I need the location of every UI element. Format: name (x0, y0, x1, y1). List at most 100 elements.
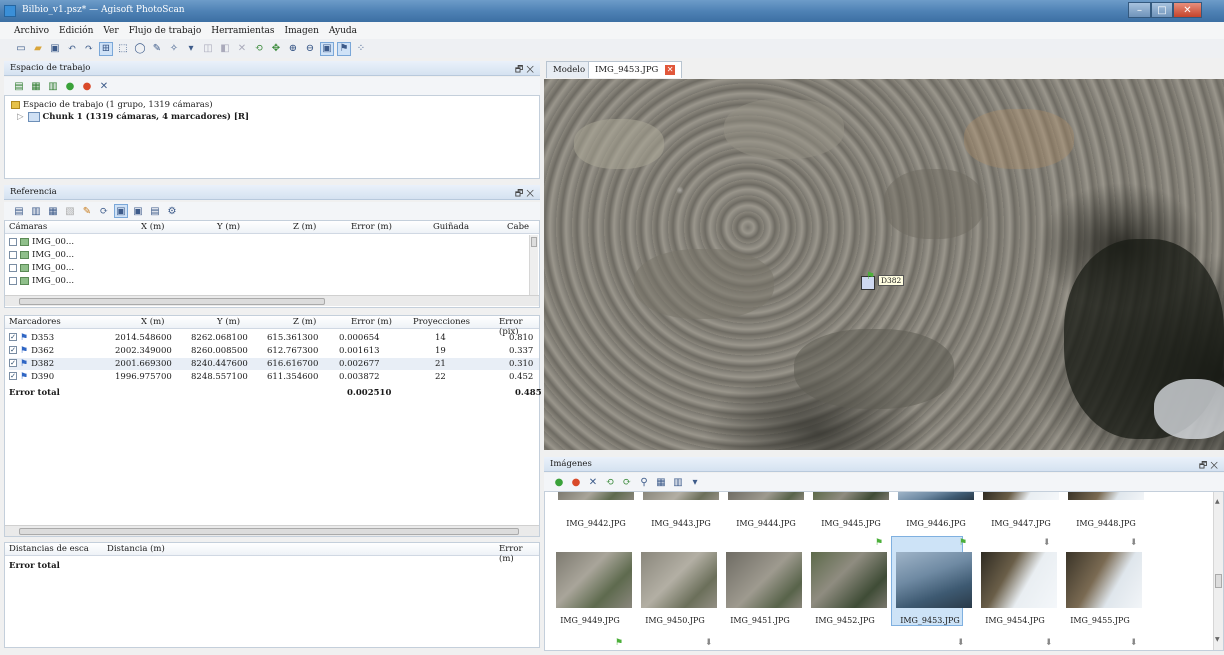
filter-icon[interactable]: ⚲ (637, 475, 651, 489)
tab-image[interactable]: IMG_9453.JPG ✕ (588, 61, 683, 78)
view-estimated-icon[interactable]: ▣ (131, 204, 145, 218)
image-filename[interactable]: IMG_9448.JPG (1063, 519, 1149, 528)
camera-checkbox[interactable] (9, 238, 17, 246)
redo-icon[interactable]: ↷ (82, 42, 96, 56)
col-yaw[interactable]: Guiñada (433, 222, 469, 232)
cameras-vscroll-thumb[interactable] (531, 237, 537, 247)
undo-icon[interactable]: ↶ (65, 42, 79, 56)
add-photos-icon[interactable]: ▦ (29, 79, 43, 93)
col-error[interactable]: Error (m) (351, 222, 392, 232)
image-thumbnail[interactable] (556, 552, 632, 608)
col-heading[interactable]: Cabe (507, 222, 529, 232)
image-filename[interactable]: IMG_9444.JPG (723, 519, 809, 528)
enable-icon[interactable]: ● (63, 79, 77, 93)
image-filename[interactable]: IMG_9445.JPG (808, 519, 894, 528)
disable-icon[interactable]: ● (80, 79, 94, 93)
markers-hscroll-thumb[interactable] (19, 528, 519, 535)
image-thumbnail[interactable] (983, 492, 1059, 500)
marker-checkbox[interactable]: ✓ (9, 333, 17, 341)
col-error[interactable]: Error (m) (351, 317, 392, 327)
enable-camera-icon[interactable]: ● (552, 475, 566, 489)
navigate-icon[interactable]: ⊞ (99, 41, 113, 56)
menu-imagen[interactable]: Imagen (285, 26, 319, 36)
col-markers[interactable]: Marcadores (9, 317, 61, 327)
images-vscroll-thumb[interactable] (1215, 574, 1222, 588)
view-dropdown-icon[interactable]: ▾ (688, 475, 702, 489)
view-image-icon[interactable]: ▣ (320, 41, 334, 56)
remove-icon[interactable]: ✕ (97, 79, 111, 93)
menu-archivo[interactable]: Archivo (14, 26, 49, 36)
camera-row[interactable]: IMG_00... (9, 275, 74, 287)
image-thumbnail[interactable] (898, 492, 974, 500)
image-filename[interactable]: IMG_9442.JPG (553, 519, 639, 528)
delete-selection-icon[interactable]: ✕ (235, 42, 249, 56)
view-points-icon[interactable]: ⁘ (354, 42, 368, 56)
thumbnails-view-icon[interactable]: ▦ (654, 475, 668, 489)
remove-camera-icon[interactable]: ✕ (586, 475, 600, 489)
convert-icon[interactable]: ▦ (46, 204, 60, 218)
add-chunk-icon[interactable]: ▤ (12, 79, 26, 93)
scroll-up-icon[interactable]: ▲ (1215, 498, 1220, 505)
marker-row[interactable]: ✓ ⚑ D362 2002.349000 8260.008500 612.767300 0.… (9, 345, 539, 357)
image-thumbnail[interactable] (558, 492, 634, 500)
image-thumbnail[interactable] (811, 552, 887, 608)
scroll-down-icon[interactable]: ▼ (1215, 636, 1220, 643)
image-filename[interactable]: IMG_9450.JPG (632, 616, 718, 625)
image-filename[interactable]: IMG_9446.JPG (893, 519, 979, 528)
settings-icon[interactable]: ⚙ (165, 204, 179, 218)
col-y[interactable]: Y (m) (217, 317, 240, 327)
close-window-button[interactable]: ✕ (1173, 2, 1202, 18)
col-cameras[interactable]: Cámaras (9, 222, 47, 232)
camera-checkbox[interactable] (9, 264, 17, 272)
col-z[interactable]: Z (m) (293, 222, 316, 232)
rotate-object-icon[interactable]: ⟲ (252, 42, 266, 56)
col-x[interactable]: X (m) (141, 222, 164, 232)
new-file-icon[interactable]: ▭ (14, 42, 28, 56)
open-folder-icon[interactable]: ▰ (31, 42, 45, 56)
maximize-button[interactable]: □ (1151, 2, 1173, 18)
marker-checkbox[interactable]: ✓ (9, 372, 17, 380)
free-select-icon[interactable]: ✎ (150, 42, 164, 56)
camera-row[interactable]: IMG_00... (9, 249, 74, 261)
menu-edicion[interactable]: Edición (59, 26, 93, 36)
image-thumbnail[interactable] (981, 552, 1057, 608)
menu-flujo-de-trabajo[interactable]: Flujo de trabajo (129, 26, 202, 36)
image-thumbnail[interactable] (813, 492, 889, 500)
image-filename[interactable]: IMG_9447.JPG (978, 519, 1064, 528)
camera-checkbox[interactable] (9, 277, 17, 285)
camera-checkbox[interactable] (9, 251, 17, 259)
col-distance[interactable]: Distancia (m) (107, 544, 165, 554)
rect-select-icon[interactable]: ⬚ (116, 42, 130, 56)
cameras-vscrollbar[interactable] (529, 235, 538, 295)
image-filename[interactable]: IMG_9452.JPG (802, 616, 888, 625)
reset-icon[interactable]: ▧ (63, 204, 77, 218)
panel-float-close-icon[interactable]: 🗗 ✕ (1199, 458, 1218, 474)
details-view-icon[interactable]: ▥ (671, 475, 685, 489)
image-thumbnail[interactable] (728, 492, 804, 500)
export-icon[interactable]: ▥ (29, 204, 43, 218)
crop-icon[interactable]: ◫ (201, 42, 215, 56)
invert-icon[interactable]: ◧ (218, 42, 232, 56)
import-icon[interactable]: ▤ (12, 204, 26, 218)
image-thumbnail[interactable] (643, 492, 719, 500)
menu-herramientas[interactable]: Herramientas (211, 26, 274, 36)
camera-row[interactable]: IMG_00... (9, 236, 74, 248)
marker-checkbox[interactable]: ✓ (9, 359, 17, 367)
image-filename[interactable]: IMG_9451.JPG (717, 616, 803, 625)
cameras-hscrollbar[interactable] (5, 295, 539, 306)
photo-viewer[interactable] (544, 79, 1224, 450)
rotate-right-icon[interactable]: ⟳ (620, 475, 634, 489)
edit-icon[interactable]: ✎ (80, 204, 94, 218)
workspace-root[interactable]: Espacio de trabajo (1 grupo, 1319 cámara… (11, 99, 213, 111)
menu-ver[interactable]: Ver (103, 26, 118, 36)
image-thumbnail[interactable] (726, 552, 802, 608)
tab-model[interactable]: Modelo (546, 61, 593, 78)
add-group-icon[interactable]: ▥ (46, 79, 60, 93)
image-filename[interactable]: IMG_9453.JPG (887, 616, 973, 625)
menu-ayuda[interactable]: Ayuda (329, 26, 357, 36)
zoom-out-icon[interactable]: ⊖ (303, 42, 317, 56)
panel-float-close-icon[interactable]: 🗗 ✕ (515, 186, 534, 202)
zoom-in-icon[interactable]: ⊕ (286, 42, 300, 56)
save-icon[interactable]: ▣ (48, 42, 62, 56)
col-error[interactable]: Error (m) (499, 544, 539, 564)
